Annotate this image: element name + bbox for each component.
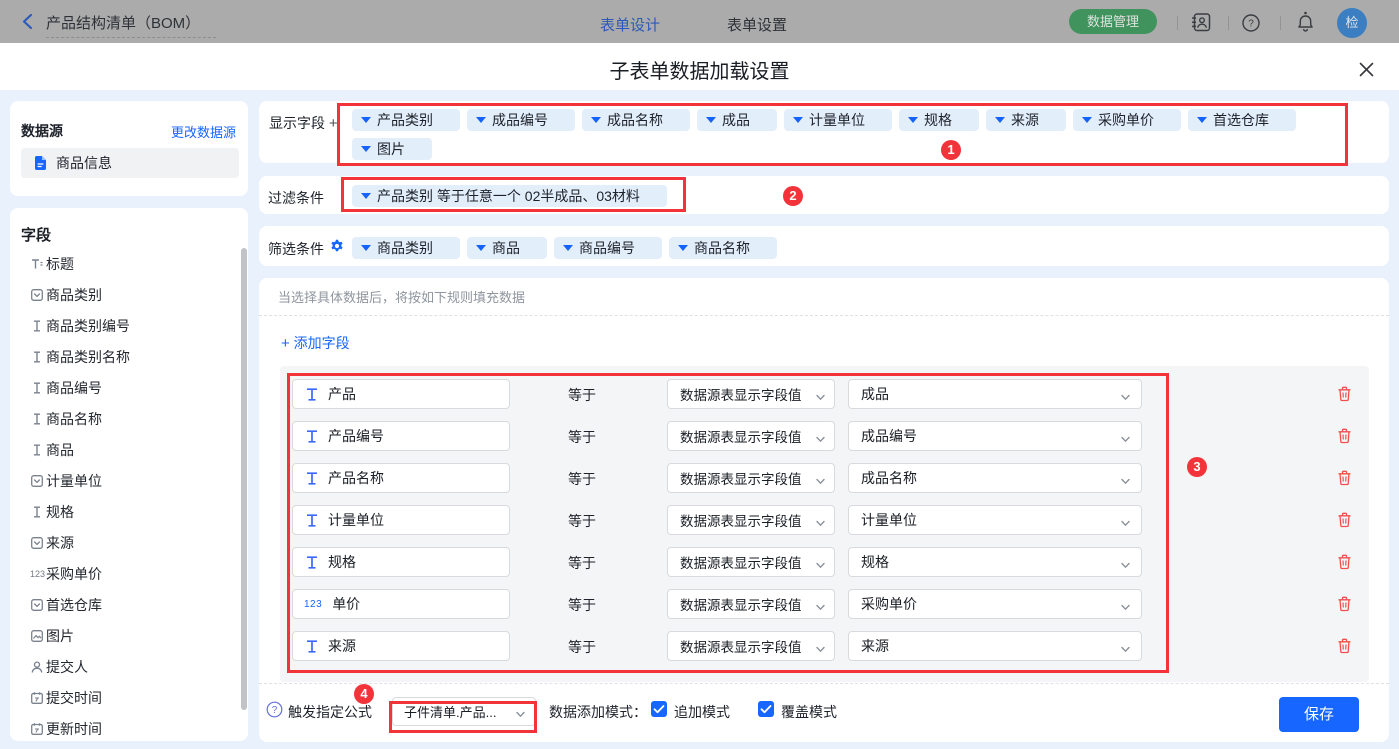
svg-text:?: ? <box>272 705 278 716</box>
svg-text:?: ? <box>1248 19 1254 30</box>
